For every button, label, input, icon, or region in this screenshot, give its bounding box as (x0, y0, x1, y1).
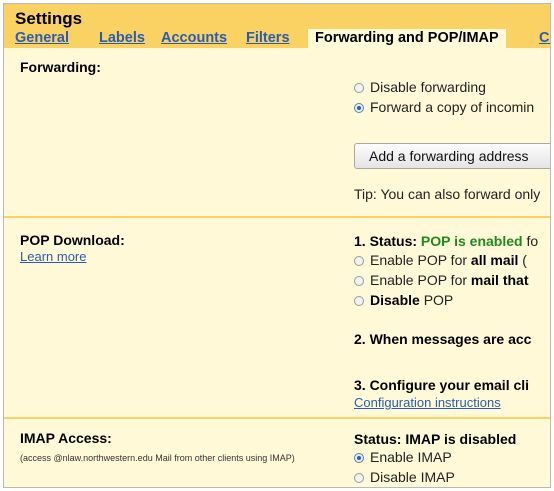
tab-general[interactable]: General (15, 30, 69, 46)
page-title: Settings (15, 9, 83, 28)
enable-pop-new-mail-option[interactable]: Enable POP for mail that (354, 272, 529, 290)
disable-forwarding-option[interactable]: Disable forwarding (354, 79, 486, 97)
settings-panel: Settings General Labels Accounts Filters… (3, 3, 551, 488)
forwarding-tip: Tip: You can also forward only (354, 186, 541, 202)
radio-checked-icon[interactable] (354, 103, 364, 113)
pop-step-2: 2. When messages are acc (354, 331, 532, 347)
pop-status-value: POP is enabled (420, 233, 523, 249)
radio-icon[interactable] (354, 83, 364, 93)
forward-copy-option[interactable]: Forward a copy of incomin (354, 99, 534, 117)
enable-imap-option[interactable]: Enable IMAP (354, 449, 452, 467)
tab-filters[interactable]: Filters (246, 30, 290, 46)
tab-forwarding-pop-imap[interactable]: Forwarding and POP/IMAP (308, 29, 506, 48)
tab-chat[interactable]: Ch (539, 30, 550, 46)
pop-status: 1. Status: POP is enabled fo (354, 233, 539, 249)
radio-icon[interactable] (354, 473, 364, 483)
tab-labels[interactable]: Labels (99, 30, 145, 46)
disable-imap-option[interactable]: Disable IMAP (354, 469, 455, 487)
radio-icon[interactable] (354, 256, 364, 266)
learn-more-link[interactable]: Learn more (20, 249, 86, 264)
imap-access-label: IMAP Access: (20, 430, 112, 446)
imap-note: (access @nlaw.northwestern.edu Mail from… (20, 453, 295, 463)
settings-header: Settings General Labels Accounts Filters… (4, 4, 550, 48)
radio-checked-icon[interactable] (354, 453, 364, 463)
forwarding-label: Forwarding: (20, 59, 101, 75)
enable-pop-all-mail-option[interactable]: Enable POP for all mail ( (354, 252, 527, 270)
configuration-instructions-link[interactable]: Configuration instructions (354, 395, 501, 410)
disable-pop-option[interactable]: Disable POP (354, 292, 453, 310)
pop-download-label: POP Download: (20, 232, 125, 248)
add-forwarding-address-button[interactable]: Add a forwarding address (354, 143, 550, 169)
pop-step-3: 3. Configure your email cli (354, 377, 530, 393)
radio-icon[interactable] (354, 296, 364, 306)
section-divider (4, 216, 550, 218)
imap-status: Status: IMAP is disabled (354, 431, 517, 447)
tab-accounts[interactable]: Accounts (161, 30, 227, 46)
section-divider (4, 417, 550, 419)
radio-icon[interactable] (354, 276, 364, 286)
